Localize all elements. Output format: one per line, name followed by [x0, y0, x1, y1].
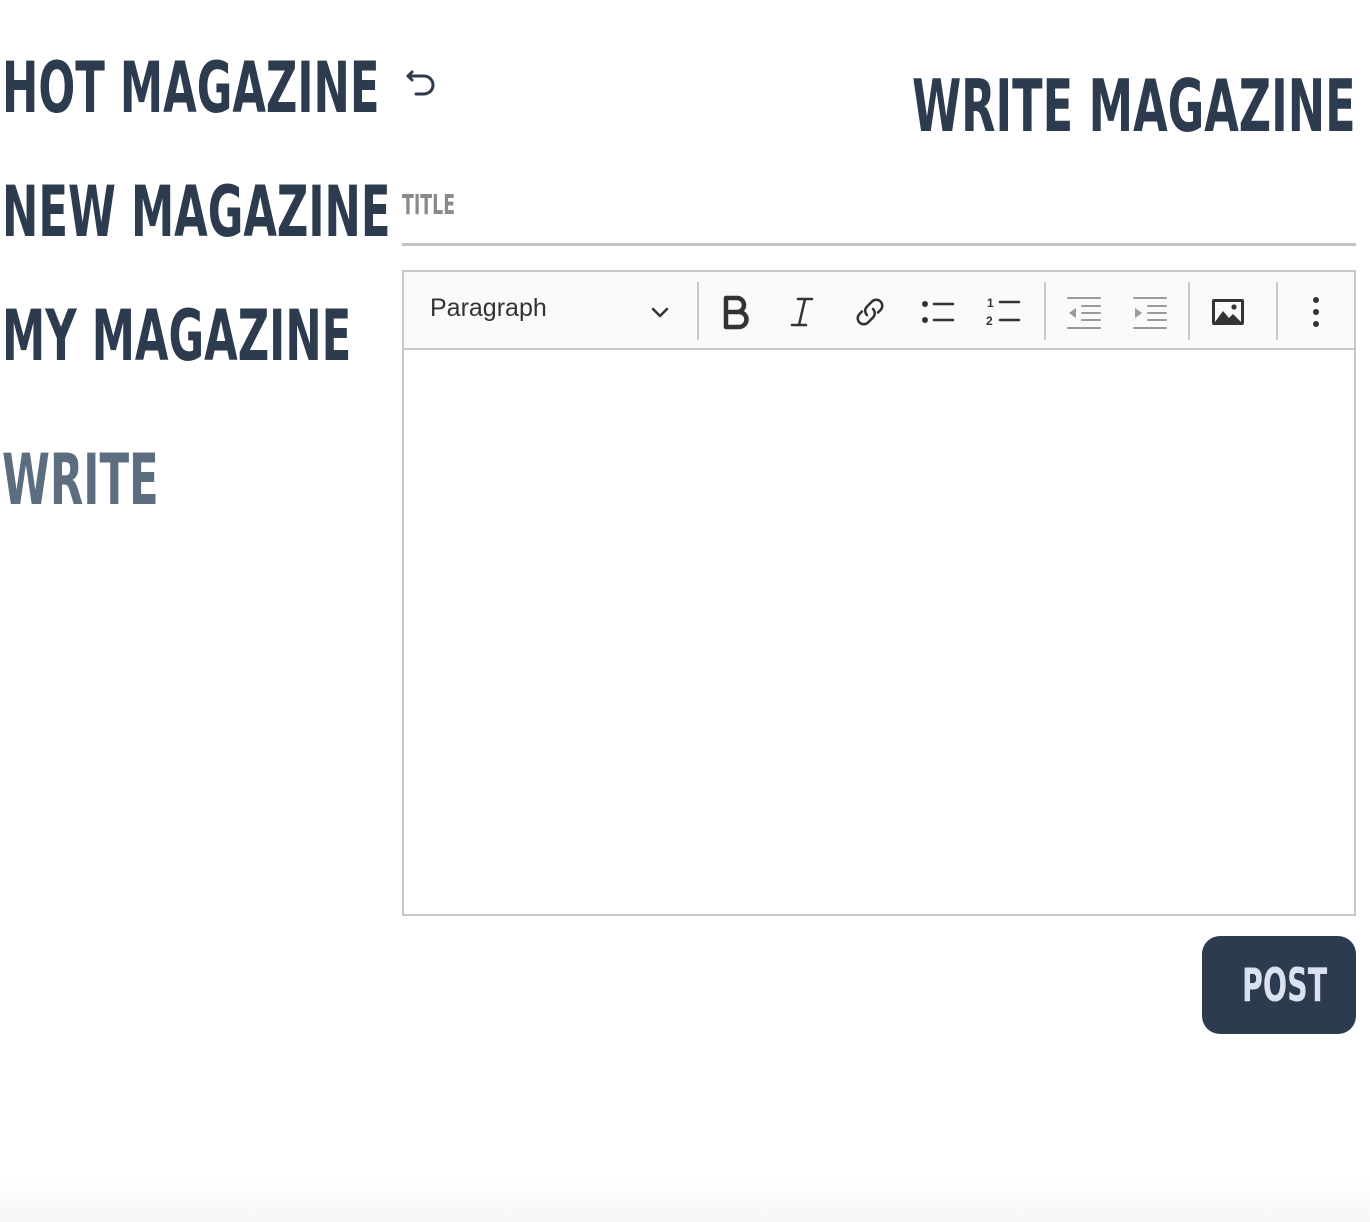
block-format-value: Paragraph	[430, 294, 547, 322]
bold-button[interactable]	[714, 290, 758, 334]
title-placeholder: TITLE	[402, 188, 456, 221]
link-icon	[856, 298, 884, 326]
svg-text:2: 2	[986, 314, 993, 328]
post-button[interactable]: POST	[1202, 936, 1356, 1034]
outdent-icon	[1067, 297, 1101, 329]
bold-icon	[723, 295, 749, 330]
image-icon	[1212, 299, 1244, 325]
block-format-dropdown[interactable]: Paragraph	[404, 272, 696, 348]
outdent-button[interactable]	[1062, 290, 1106, 334]
toolbar-divider	[697, 282, 699, 340]
svg-text:1: 1	[987, 296, 994, 310]
nav-item-new-magazine[interactable]: NEW MAGAZINE	[2, 172, 391, 252]
numbered-list-button[interactable]: 1 2	[982, 290, 1026, 334]
nav-item-my-magazine[interactable]: MY MAGAZINE	[2, 296, 351, 376]
page: HOT MAGAZINE NEW MAGAZINE MY MAGAZINE WR…	[0, 0, 1370, 1222]
indent-button[interactable]	[1128, 290, 1172, 334]
title-input[interactable]: TITLE	[402, 180, 1356, 246]
toolbar-divider	[1044, 282, 1046, 340]
more-options-button[interactable]	[1294, 290, 1338, 334]
toolbar-divider	[1276, 282, 1278, 340]
page-title: WRITE MAGAZINE	[912, 64, 1356, 148]
nav-item-write[interactable]: WRITE	[2, 440, 159, 520]
editor-toolbar: Paragraph 1 2	[404, 272, 1354, 350]
numbered-list-icon: 1 2	[986, 296, 1021, 328]
nav-item-hot-magazine[interactable]: HOT MAGAZINE	[2, 48, 380, 128]
chevron-down-icon	[651, 307, 669, 318]
indent-icon	[1133, 297, 1167, 329]
bulleted-list-button[interactable]	[916, 290, 960, 334]
bulleted-list-icon	[922, 301, 955, 323]
more-vertical-icon	[1313, 297, 1319, 327]
italic-button[interactable]	[780, 290, 824, 334]
link-button[interactable]	[848, 290, 892, 334]
italic-icon	[790, 297, 814, 327]
post-button-label: POST	[1242, 958, 1328, 1012]
editor-content-area[interactable]	[404, 350, 1354, 914]
back-button[interactable]	[400, 58, 444, 102]
rich-text-editor: Paragraph 1 2	[402, 270, 1356, 916]
toolbar-divider	[1188, 282, 1190, 340]
insert-image-button[interactable]	[1206, 290, 1250, 334]
undo-arrow-icon	[406, 70, 435, 96]
